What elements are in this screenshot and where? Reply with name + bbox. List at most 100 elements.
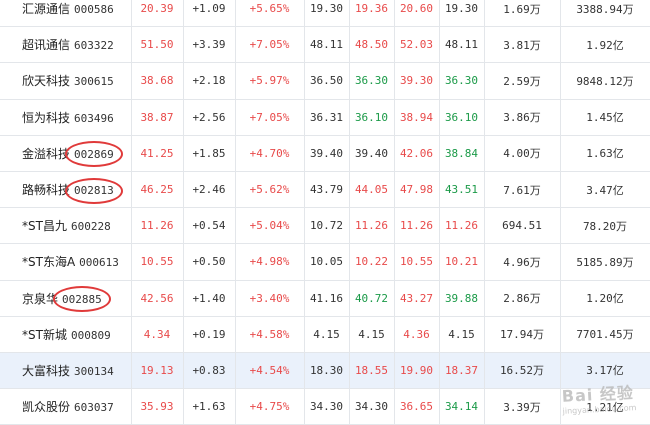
volume-cell: 3.81万 <box>484 26 561 64</box>
change-cell: +2.18 <box>183 62 236 100</box>
stock-name[interactable]: *ST东海A <box>22 255 75 269</box>
volume-cell: 4.96万 <box>484 243 561 281</box>
annotation-circle <box>52 286 111 313</box>
prev-close-cell: 19.30 <box>304 0 350 28</box>
stock-name[interactable]: *ST新城 <box>22 328 67 342</box>
low-price-cell: 43.51 <box>439 171 485 209</box>
turnover-cell: 5185.89万 <box>560 243 650 281</box>
table-row[interactable]: *ST新城 000809 4.34 +0.19 +4.58% 4.15 4.15 4.36 4.… <box>0 316 650 353</box>
low-price-cell: 34.14 <box>439 388 485 425</box>
stock-name[interactable]: 超讯通信 <box>22 38 70 52</box>
high-price-cell: 43.27 <box>394 280 440 317</box>
change-cell: +1.09 <box>183 0 236 28</box>
price-cell: 38.68 <box>131 62 184 100</box>
price-cell: 19.13 <box>131 352 184 390</box>
price-cell: 51.50 <box>131 26 184 64</box>
turnover-cell: 1.20亿 <box>560 280 650 317</box>
high-price-cell: 47.98 <box>394 171 440 209</box>
stock-name[interactable]: 汇源通信 <box>22 2 70 16</box>
watermark-main-text: Bai 经验 <box>561 383 635 406</box>
low-price-cell: 38.84 <box>439 135 485 172</box>
turnover-cell: 1.92亿 <box>560 26 650 64</box>
stock-code[interactable]: 603037 <box>74 401 114 414</box>
change-cell: +0.54 <box>183 207 236 245</box>
stock-name-cell[interactable]: 凯众股份 603037 <box>0 388 132 425</box>
high-price-cell: 4.36 <box>394 316 440 353</box>
price-cell: 38.87 <box>131 99 184 136</box>
turnover-cell: 3388.94万 <box>560 0 650 28</box>
prev-close-cell: 36.50 <box>304 62 350 100</box>
stock-name[interactable]: 金溢科技 <box>22 147 70 161</box>
percent-change-cell: +3.40% <box>235 280 305 317</box>
percent-change-cell: +4.54% <box>235 352 305 390</box>
high-price-cell: 36.65 <box>394 388 440 425</box>
table-row[interactable]: 大富科技 300134 19.13 +0.83 +4.54% 18.30 18.55 19.9… <box>0 352 650 390</box>
stock-name-cell[interactable]: 汇源通信 000586 <box>0 0 132 28</box>
open-price-cell: 36.30 <box>349 62 395 100</box>
stock-name-cell[interactable]: *ST新城 000809 <box>0 316 132 353</box>
stock-name[interactable]: 路畅科技 <box>22 183 70 197</box>
stock-code[interactable]: 603496 <box>74 112 114 125</box>
table-row[interactable]: 凯众股份 603037 35.93 +1.63 +4.75% 34.30 34.30 36.6… <box>0 388 650 425</box>
stock-code[interactable]: 000613 <box>79 256 119 269</box>
turnover-cell: 3.47亿 <box>560 171 650 209</box>
stock-quote-table: 汇源通信 000586 20.39 +1.09 +5.65% 19.30 19.36 20.6… <box>0 0 650 425</box>
table-row[interactable]: *ST东海A 000613 10.55 +0.50 +4.98% 10.05 10.22 10… <box>0 243 650 281</box>
open-price-cell: 11.26 <box>349 207 395 245</box>
stock-name-cell[interactable]: 超讯通信 603322 <box>0 26 132 64</box>
turnover-cell: 78.20万 <box>560 207 650 245</box>
table-row[interactable]: 超讯通信 603322 51.50 +3.39 +7.05% 48.11 48.50 52.0… <box>0 26 650 64</box>
stock-code[interactable]: 600228 <box>71 220 111 233</box>
stock-code[interactable]: 603322 <box>74 39 114 52</box>
volume-cell: 7.61万 <box>484 171 561 209</box>
percent-change-cell: +5.65% <box>235 0 305 28</box>
change-cell: +1.63 <box>183 388 236 425</box>
stock-name[interactable]: 恒为科技 <box>22 111 70 125</box>
stock-name[interactable]: 大富科技 <box>22 364 70 378</box>
stock-code[interactable]: 300134 <box>74 365 114 378</box>
open-price-cell: 36.10 <box>349 99 395 136</box>
stock-name-cell[interactable]: 欣天科技 300615 <box>0 62 132 100</box>
low-price-cell: 36.30 <box>439 62 485 100</box>
prev-close-cell: 18.30 <box>304 352 350 390</box>
table-row[interactable]: 欣天科技 300615 38.68 +2.18 +5.97% 36.50 36.30 39.3… <box>0 62 650 100</box>
table-row[interactable]: 汇源通信 000586 20.39 +1.09 +5.65% 19.30 19.36 20.6… <box>0 0 650 28</box>
volume-cell: 2.59万 <box>484 62 561 100</box>
volume-cell: 694.51 <box>484 207 561 245</box>
price-cell: 11.26 <box>131 207 184 245</box>
change-cell: +0.83 <box>183 352 236 390</box>
prev-close-cell: 10.72 <box>304 207 350 245</box>
stock-name-cell[interactable]: 大富科技 300134 <box>0 352 132 390</box>
stock-name-cell[interactable]: *ST东海A 000613 <box>0 243 132 281</box>
price-cell: 42.56 <box>131 280 184 317</box>
stock-name-cell[interactable]: *ST昌九 600228 <box>0 207 132 245</box>
stock-code[interactable]: 000809 <box>71 329 111 342</box>
stock-name[interactable]: 欣天科技 <box>22 74 70 88</box>
price-cell: 10.55 <box>131 243 184 281</box>
stock-name[interactable]: 凯众股份 <box>22 400 70 414</box>
table-row[interactable]: *ST昌九 600228 11.26 +0.54 +5.04% 10.72 11.26 11.… <box>0 207 650 245</box>
prev-close-cell: 43.79 <box>304 171 350 209</box>
high-price-cell: 42.06 <box>394 135 440 172</box>
price-cell: 20.39 <box>131 0 184 28</box>
turnover-cell: 7701.45万 <box>560 316 650 353</box>
high-price-cell: 39.30 <box>394 62 440 100</box>
price-cell: 4.34 <box>131 316 184 353</box>
volume-cell: 1.69万 <box>484 0 561 28</box>
stock-name[interactable]: *ST昌九 <box>22 219 67 233</box>
low-price-cell: 11.26 <box>439 207 485 245</box>
percent-change-cell: +4.70% <box>235 135 305 172</box>
open-price-cell: 19.36 <box>349 0 395 28</box>
turnover-cell: 9848.12万 <box>560 62 650 100</box>
change-cell: +1.85 <box>183 135 236 172</box>
high-price-cell: 10.55 <box>394 243 440 281</box>
prev-close-cell: 10.05 <box>304 243 350 281</box>
percent-change-cell: +7.05% <box>235 26 305 64</box>
stock-code[interactable]: 000586 <box>74 3 114 16</box>
volume-cell: 3.86万 <box>484 99 561 136</box>
table-row[interactable]: 恒为科技 603496 38.87 +2.56 +7.05% 36.31 36.10 38.9… <box>0 99 650 136</box>
stock-name-cell[interactable]: 恒为科技 603496 <box>0 99 132 136</box>
high-price-cell: 20.60 <box>394 0 440 28</box>
stock-code[interactable]: 300615 <box>74 75 114 88</box>
change-cell: +3.39 <box>183 26 236 64</box>
